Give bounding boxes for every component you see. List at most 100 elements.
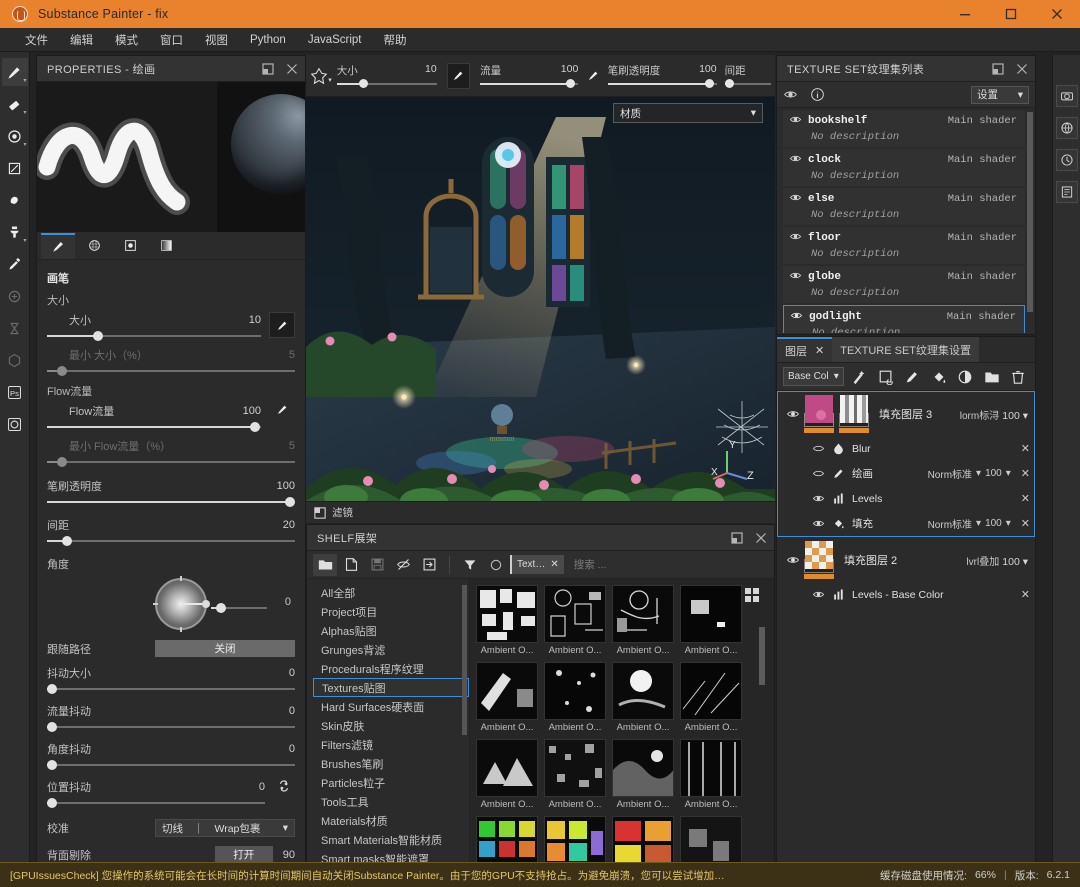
circle-icon[interactable]: [484, 554, 508, 576]
layer-blend-mode[interactable]: lvrl叠加: [966, 557, 999, 568]
shelf-category-skin[interactable]: Skin皮肤: [313, 716, 469, 735]
shelf-asset[interactable]: Ambient O...: [680, 739, 742, 810]
flow-pressure-button[interactable]: [269, 403, 295, 416]
shelf-category-all[interactable]: All全部: [313, 583, 469, 602]
minimize-button[interactable]: [942, 0, 988, 28]
shelf-category-hard-surfaces[interactable]: Hard Surfaces硬表面: [313, 697, 469, 716]
flow-jitter-slider[interactable]: [47, 721, 295, 733]
texture-set-item[interactable]: globe Main shader No description: [783, 266, 1025, 303]
layer-opacity[interactable]: 100 ▾: [1002, 556, 1028, 568]
projection-tool[interactable]: ▾: [2, 122, 28, 150]
alignment-dropdown[interactable]: 切线 ｜ Wrap包裹 ▾: [155, 819, 295, 837]
info-icon[interactable]: [810, 87, 825, 102]
shelf-asset[interactable]: Ambient O...: [612, 739, 674, 810]
shelf-filter-chip[interactable]: Text… ✕: [510, 555, 564, 574]
layer-effect-row[interactable]: 填充 Norm标准 ▾ 100 ▾ ✕: [778, 511, 1034, 536]
viewport-size-control[interactable]: 大小 10: [333, 63, 441, 89]
eye-toggle-icon[interactable]: [783, 87, 798, 102]
maximize-button[interactable]: [988, 0, 1034, 28]
viewport-size-pressure-button[interactable]: [446, 62, 471, 89]
eye-icon[interactable]: [789, 113, 802, 129]
effect-opacity[interactable]: 100: [985, 518, 1002, 529]
particle-tool[interactable]: [2, 314, 28, 342]
effect-visibility-icon[interactable]: [808, 517, 828, 530]
texture-set-item[interactable]: floor Main shader No description: [783, 227, 1025, 264]
texture-set-item-selected[interactable]: godlight Main shader No description: [783, 305, 1025, 333]
shelf-category-filters[interactable]: Filters滤镜: [313, 735, 469, 754]
close-icon[interactable]: ✕: [550, 559, 558, 570]
menu-javascript[interactable]: JavaScript: [297, 31, 373, 49]
remove-effect-button[interactable]: ✕: [1021, 588, 1030, 601]
geometry-decals-tool[interactable]: [2, 346, 28, 374]
position-jitter-slider[interactable]: [47, 797, 265, 809]
menu-python[interactable]: Python: [239, 31, 297, 49]
flow-slider[interactable]: [47, 421, 261, 433]
float-panel-icon[interactable]: [991, 62, 1005, 76]
new-file-icon[interactable]: [339, 554, 363, 576]
layer-row[interactable]: 填充图层 3 lorm标浔 100 ▾: [778, 392, 1034, 436]
brush-preset-icon[interactable]: ▾: [306, 66, 333, 86]
effect-visibility-icon[interactable]: [808, 467, 828, 480]
float-panel-icon[interactable]: [261, 62, 275, 76]
shelf-category-procedurals[interactable]: Procedurals程序纹理: [313, 659, 469, 678]
layer-card-selected[interactable]: 填充图层 3 lorm标浔 100 ▾ Blur ✕ 绘画 Norm标准 ▾ 1…: [777, 391, 1035, 537]
shelf-category-smart-materials[interactable]: Smart Materials智能材质: [313, 830, 469, 849]
angle-slider[interactable]: [211, 602, 267, 614]
camera-icon[interactable]: [1055, 85, 1078, 107]
shelf-category-smart-masks[interactable]: Smart masks智能遮罩: [313, 849, 469, 863]
texture-set-scrollbar[interactable]: [1027, 112, 1033, 312]
close-button[interactable]: [1034, 0, 1080, 28]
effect-visibility-icon[interactable]: [808, 492, 828, 505]
close-icon[interactable]: ✕: [815, 344, 824, 357]
remove-effect-button[interactable]: ✕: [1021, 467, 1030, 480]
texture-set-item[interactable]: bookshelf Main shader No description: [783, 110, 1025, 147]
add-layer-button[interactable]: [875, 366, 896, 388]
shelf-category-project[interactable]: Project项目: [313, 602, 469, 621]
layer-effect-row[interactable]: 绘画 Norm标准 ▾ 100 ▾ ✕: [778, 461, 1034, 486]
menu-window[interactable]: 窗口: [149, 29, 194, 51]
tab-layers[interactable]: 图层 ✕: [777, 337, 833, 362]
shelf-category-textures[interactable]: Textures贴图: [313, 678, 469, 697]
menu-edit[interactable]: 编辑: [59, 29, 104, 51]
paint-brush-tool[interactable]: ▾: [1, 58, 28, 86]
picker-tool[interactable]: [2, 250, 28, 278]
shelf-category-scrollbar[interactable]: [462, 585, 467, 735]
tab-brush[interactable]: [41, 232, 75, 259]
viewport-flow-control[interactable]: 流量 100: [476, 63, 582, 89]
effect-visibility-icon[interactable]: [808, 588, 828, 601]
texture-set-item[interactable]: else Main shader No description: [783, 188, 1025, 225]
float-panel-icon[interactable]: [730, 531, 744, 545]
eye-icon[interactable]: [789, 191, 802, 207]
viewport-flow-pressure-button[interactable]: [582, 69, 603, 82]
shelf-asset[interactable]: Ambient O...: [680, 585, 742, 656]
effect-blend-mode[interactable]: Norm标准: [928, 466, 972, 481]
angle-dial[interactable]: [153, 576, 210, 632]
shelf-asset[interactable]: [476, 816, 538, 862]
shelf-category-alphas[interactable]: Alphas贴图: [313, 621, 469, 640]
layer-visibility-icon[interactable]: [784, 407, 802, 421]
tab-texture-set-settings[interactable]: TEXTURE SET纹理集设置: [832, 337, 980, 362]
eye-icon[interactable]: [789, 230, 802, 246]
min-size-slider[interactable]: [47, 365, 295, 377]
photoshop-link-tool[interactable]: Ps: [2, 378, 28, 406]
close-icon[interactable]: [1015, 62, 1029, 76]
add-mask-button[interactable]: [955, 366, 976, 388]
shelf-asset[interactable]: Ambient O...: [544, 585, 606, 656]
spacing-slider[interactable]: [47, 535, 295, 547]
effect-visibility-icon[interactable]: [808, 442, 828, 455]
shelf-asset[interactable]: [680, 816, 742, 862]
add-paint-layer-button[interactable]: [902, 366, 923, 388]
angle-jitter-slider[interactable]: [47, 759, 295, 771]
layer-opacity[interactable]: 100 ▾: [1002, 410, 1028, 422]
menu-view[interactable]: 视图: [194, 29, 239, 51]
grid-view-icon[interactable]: [742, 585, 762, 605]
layer-effect-row[interactable]: Levels - Base Color ✕: [778, 582, 1034, 607]
3d-viewport[interactable]: ▾ 大小 10 流量 100 笔刷透明度 100 间距 mmmm 材质 ▾ Y …: [306, 55, 775, 523]
menu-file[interactable]: 文件: [14, 29, 59, 51]
material-tool[interactable]: [2, 282, 28, 310]
eraser-tool[interactable]: ▾: [2, 90, 28, 118]
close-icon[interactable]: [285, 62, 299, 76]
shelf-search-input[interactable]: 搜索 ...: [566, 555, 774, 574]
shelf-category-grunges[interactable]: Grunges背滤: [313, 640, 469, 659]
remove-effect-button[interactable]: ✕: [1021, 442, 1030, 455]
